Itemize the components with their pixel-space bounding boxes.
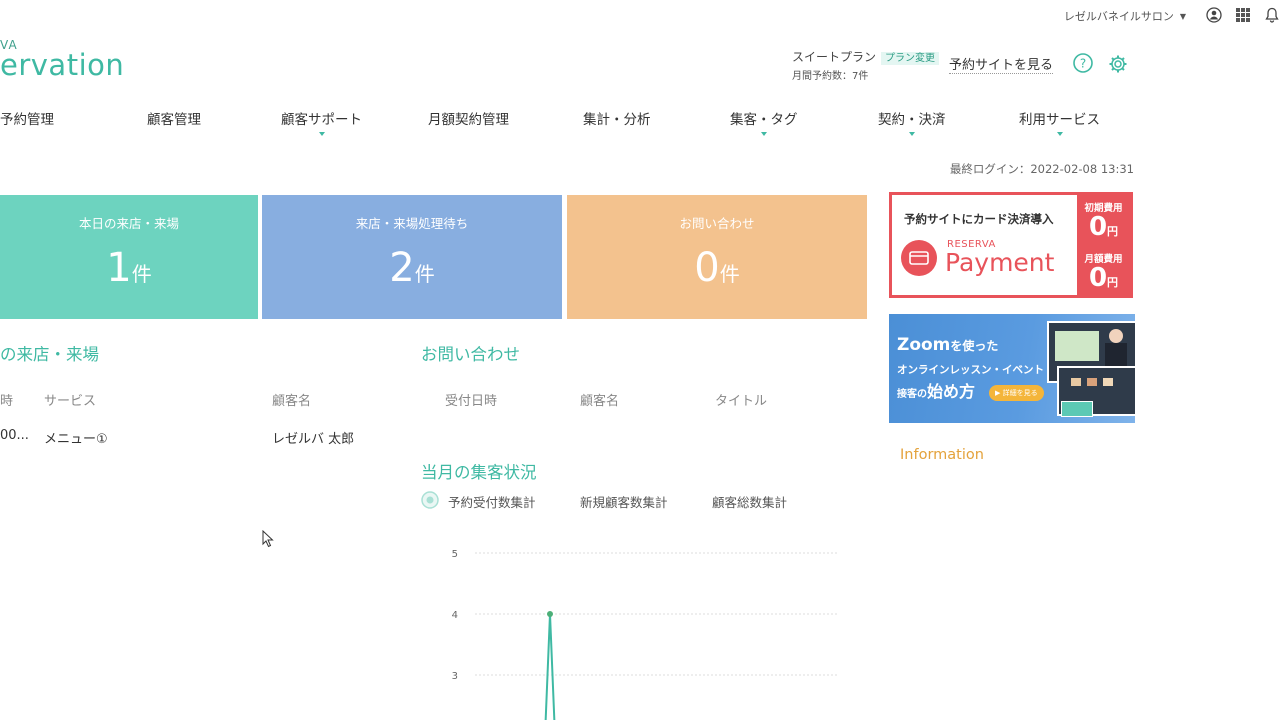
payment-brand-big: Payment [945, 248, 1055, 277]
nav-customer-support[interactable]: 顧客サポート [281, 108, 362, 136]
card-today-visits[interactable]: 本日の来店・来場 1件 [0, 195, 258, 319]
nav-label: 顧客管理 [147, 112, 201, 128]
stats-chart: 5 4 3 [452, 549, 838, 720]
chevron-down-icon [318, 132, 325, 136]
card-unit: 件 [719, 262, 740, 286]
initial-fee-value: 0 [1088, 212, 1108, 242]
nav-label: 契約・決済 [878, 112, 946, 128]
chart-lines [544, 611, 556, 720]
nav-reservations[interactable]: 予約管理 [0, 108, 54, 128]
user-icon[interactable] [1206, 7, 1222, 23]
payment-headline: 予約サイトにカード決済導入 [904, 212, 1054, 226]
nav-customers[interactable]: 顧客管理 [147, 108, 201, 128]
zoom-line1-rest: を使った [950, 339, 999, 353]
card-value: 2 [389, 245, 415, 291]
tab-total-customers[interactable]: 顧客総数集計 [712, 492, 787, 511]
credit-card-icon [901, 240, 937, 276]
nav-services[interactable]: 利用サービス [1019, 108, 1100, 136]
card-label: お問い合わせ [679, 216, 755, 231]
payment-banner[interactable]: 予約サイトにカード決済導入 RESERVA Payment 初期費用 0円 月額… [889, 192, 1133, 298]
zoom-banner[interactable]: Zoomを使った オンラインレッスン・イベント・ 接客の始め方 ▶ 詳細を見る [889, 314, 1135, 423]
card-value: 1 [106, 245, 132, 291]
account-name: レゼルバネイルサロン [1063, 10, 1174, 23]
chart-grid: 5 4 3 [452, 549, 838, 682]
zoom-line2: オンラインレッスン・イベント・ [897, 364, 1055, 376]
zoom-small-thumbnail [1061, 401, 1093, 417]
monthly-reservations: 月間予約数：7件 [792, 71, 869, 82]
table-row[interactable]: 00... メニュー① レゼルバ 太郎 [0, 428, 400, 448]
row-customer: レゼルバ 太郎 [272, 432, 355, 447]
tab-new-customers[interactable]: 新規顧客数集計 [580, 492, 668, 511]
chart-ytick-label: 4 [452, 610, 458, 621]
chevron-down-icon: ▼ [1179, 11, 1186, 21]
chart-ytick-label: 3 [452, 671, 458, 682]
zoom-line1: Zoomを使った [897, 335, 998, 355]
top-icon-bar [1206, 7, 1280, 23]
nav-analytics[interactable]: 集計・分析 [583, 108, 651, 128]
nav-label: 利用サービス [1019, 112, 1100, 128]
last-login: 最終ログイン：2022-02-08 13:31 [949, 162, 1134, 176]
col-customer: 顧客名 [580, 394, 620, 409]
chart-ytick-label: 5 [452, 549, 458, 560]
inquiries-title: お問い合わせ [421, 345, 520, 364]
bell-icon[interactable] [1264, 7, 1280, 23]
yen-unit: 円 [1107, 276, 1119, 289]
card-label: 来店・来場処理待ち [355, 216, 469, 231]
payment-fees: 初期費用 0円 月額費用 0円 [1077, 195, 1130, 295]
row-time: 00... [0, 428, 29, 443]
zoom-line3-b: 始め方 [927, 382, 976, 401]
mouse-cursor-icon [262, 529, 274, 552]
stats-title: 当月の集客状況 [421, 463, 537, 482]
nav-contracts-payment[interactable]: 契約・決済 [878, 108, 946, 136]
nav-label: 顧客サポート [281, 112, 362, 128]
chart-series-line [544, 613, 556, 720]
view-site-link[interactable]: 予約サイトを見る [949, 54, 1054, 74]
col-title: タイトル [715, 394, 768, 409]
payment-banner-main: 予約サイトにカード決済導入 RESERVA Payment [892, 195, 1077, 295]
plan-info: スイートプラン プラン変更 月間予約数：7件 [792, 48, 940, 82]
plan-change-button[interactable]: プラン変更 [881, 52, 940, 65]
svg-text:?: ? [1080, 57, 1086, 71]
tab-reservations[interactable]: 予約受付数集計 [448, 492, 536, 511]
help-icon[interactable]: ? [1073, 53, 1093, 73]
apps-grid-icon[interactable] [1235, 7, 1251, 23]
yen-unit: 円 [1107, 225, 1119, 238]
card-label: 本日の来店・来場 [78, 216, 179, 231]
gear-icon[interactable] [1108, 54, 1128, 74]
col-customer: 顧客名 [272, 394, 312, 409]
radio-selected-icon[interactable] [421, 491, 439, 509]
nav-label: 月額契約管理 [428, 112, 509, 128]
nav-label: 集客・タグ [730, 112, 798, 128]
monthly-fee-value: 0 [1088, 263, 1108, 293]
plan-name: スイートプラン [792, 50, 877, 64]
account-switcher[interactable]: レゼルバネイルサロン ▼ [1064, 8, 1186, 24]
col-received-at: 受付日時 [445, 394, 498, 409]
chevron-down-icon [760, 132, 767, 136]
card-value: 0 [694, 245, 720, 291]
visits-title: の来店・来場 [0, 345, 99, 364]
nav-label: 集計・分析 [583, 112, 651, 128]
information-title: Information [900, 447, 984, 463]
card-pending-visits[interactable]: 来店・来場処理待ち 2件 [262, 195, 562, 319]
zoom-detail-button[interactable]: ▶ 詳細を見る [989, 385, 1044, 401]
chevron-down-icon [908, 132, 915, 136]
zoom-line3-a: 接客の [897, 389, 927, 400]
chart-point [547, 611, 553, 617]
chevron-down-icon [1056, 132, 1063, 136]
nav-monthly-contracts[interactable]: 月額契約管理 [428, 108, 509, 128]
card-unit: 件 [131, 262, 152, 286]
col-time: 時 [0, 394, 14, 409]
nav-marketing-tags[interactable]: 集客・タグ [730, 108, 798, 136]
logo[interactable]: ervation [0, 48, 124, 82]
card-unit: 件 [414, 262, 435, 286]
zoom-word: Zoom [897, 335, 951, 355]
zoom-line3: 接客の始め方 [897, 378, 975, 402]
card-inquiries[interactable]: お問い合わせ 0件 [567, 195, 867, 319]
row-service: メニュー① [44, 432, 108, 447]
col-service: サービス [44, 394, 97, 409]
nav-label: 予約管理 [0, 112, 54, 128]
